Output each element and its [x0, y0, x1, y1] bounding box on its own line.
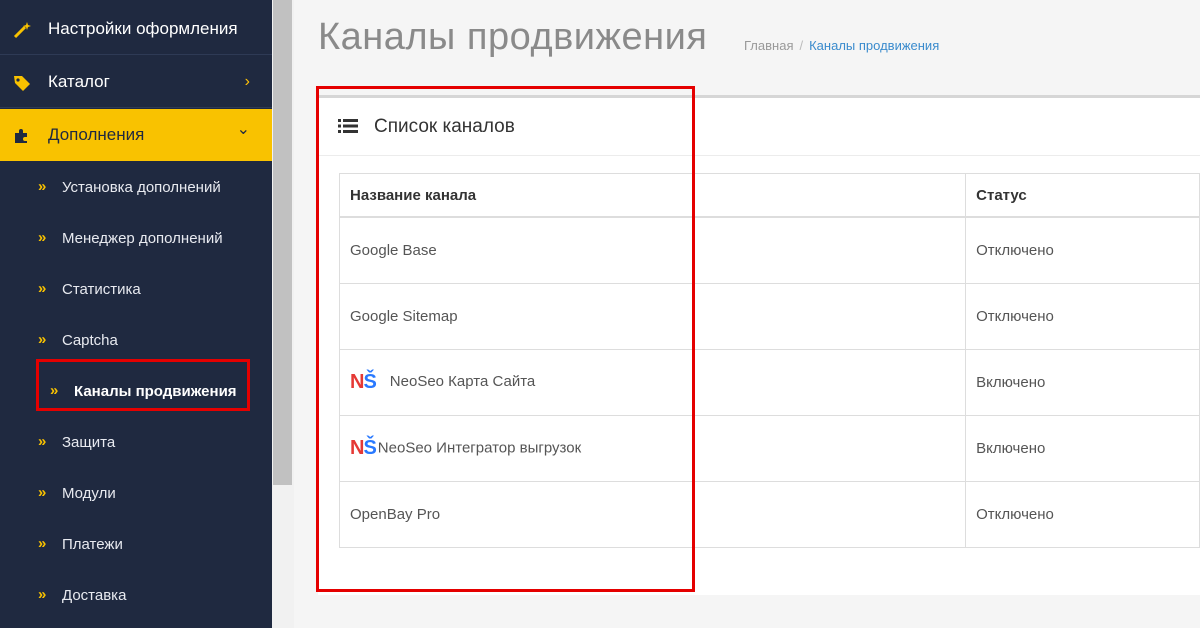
sidebar-subitem-label: Платежи [62, 536, 123, 553]
sidebar-subitem-manager[interactable]: » Менеджер дополнений [0, 214, 272, 265]
neoseo-logo-icon: NŠ [350, 437, 377, 460]
sidebar: Настройки оформления Каталог › Дополнени… [0, 0, 272, 628]
channel-status: Отключено [965, 481, 1200, 548]
sidebar-subitem-label: Установка дополнений [62, 179, 221, 196]
table-row[interactable]: NŠ NeoSeo Карта Сайта Включено [338, 349, 1200, 416]
sidebar-item-label: Дополнения [48, 125, 145, 144]
sidebar-subitem-install[interactable]: » Установка дополнений [0, 163, 272, 214]
sidebar-item-appearance[interactable]: Настройки оформления [0, 4, 272, 55]
channel-name-text: Google Sitemap [350, 308, 458, 325]
channel-status: Включено [965, 415, 1200, 482]
double-chevron-icon: » [38, 229, 46, 246]
channel-name: OpenBay Pro [338, 481, 967, 548]
column-header-status[interactable]: Статус [965, 173, 1200, 218]
sidebar-scrollbar-thumb[interactable] [273, 0, 292, 485]
channel-name: NŠ NeoSeo Интегратор выгрузок [338, 415, 967, 482]
list-icon [338, 119, 358, 133]
puzzle-icon [15, 129, 27, 143]
neoseo-logo-icon: NŠ [350, 371, 377, 394]
channel-name-text: NeoSeo Интегратор выгрузок [377, 439, 582, 457]
sidebar-subitem-label: Captcha [62, 332, 118, 349]
table-row[interactable]: Google Base Отключено [338, 216, 1200, 284]
sidebar-subitem-label: Каналы продвижения [74, 383, 237, 400]
channel-name-text: OpenBay Pro [350, 506, 441, 523]
sidebar-subitem-protection[interactable]: » Защита [0, 418, 272, 469]
table-row[interactable]: OpenBay Pro Отключено [338, 481, 1200, 548]
sidebar-subitem-statistics[interactable]: » Статистика [0, 265, 272, 316]
sidebar-subitem-label: Менеджер дополнений [62, 230, 223, 247]
channel-name-text: Google Base [350, 242, 437, 259]
sidebar-subitem-label: Доставка [62, 587, 127, 604]
double-chevron-icon: » [38, 331, 46, 348]
panel-header: Список каналов [318, 98, 1200, 156]
breadcrumb: Главная / Каналы продвижения [744, 38, 939, 53]
double-chevron-icon: » [50, 382, 58, 399]
sidebar-subitem-shipping[interactable]: » Доставка [0, 571, 272, 622]
sidebar-subitem-feeds[interactable]: » Каналы продвижения [0, 367, 272, 418]
channel-name: Google Base [338, 216, 967, 284]
logo-s: Š [363, 371, 376, 393]
breadcrumb-separator: / [799, 38, 804, 53]
channel-name: NŠ NeoSeo Карта Сайта [338, 349, 967, 416]
sidebar-subitem-modules[interactable]: » Модули [0, 469, 272, 520]
channel-name-text: NeoSeo Карта Сайта [389, 373, 536, 391]
chevron-down-icon: ⌄ [236, 121, 250, 138]
channel-table: Название канала Статус Google Base Отклю… [338, 173, 1200, 548]
breadcrumb-current-link[interactable]: Каналы продвижения [809, 38, 939, 53]
logo-s: Š [363, 437, 376, 459]
magic-wand-icon [13, 22, 31, 39]
double-chevron-icon: » [38, 178, 46, 195]
sidebar-subitem-captcha[interactable]: » Captcha [0, 316, 272, 367]
sidebar-subitem-label: Статистика [62, 281, 141, 298]
logo-n: N [350, 437, 364, 459]
double-chevron-icon: » [38, 484, 46, 501]
table-row[interactable]: NŠ NeoSeo Интегратор выгрузок Включено [338, 415, 1200, 482]
sidebar-item-catalog[interactable]: Каталог › [0, 57, 272, 108]
sidebar-item-label: Каталог [48, 72, 110, 91]
sidebar-subitem-label: Защита [62, 434, 116, 451]
panel-title: Список каналов [374, 116, 515, 137]
breadcrumb-home-link[interactable]: Главная [744, 38, 793, 53]
channel-name: Google Sitemap [338, 283, 967, 350]
sidebar-item-label: Настройки оформления [48, 19, 238, 38]
channel-status: Отключено [965, 216, 1200, 284]
double-chevron-icon: » [38, 433, 46, 450]
channel-status: Включено [965, 349, 1200, 416]
table-row[interactable]: Google Sitemap Отключено [338, 283, 1200, 350]
double-chevron-icon: » [38, 586, 46, 603]
chevron-right-icon: › [244, 73, 250, 90]
page-title: Каналы продвижения [318, 16, 708, 58]
sidebar-item-extensions[interactable]: Дополнения ⌄ [0, 109, 272, 161]
tags-icon [14, 76, 30, 91]
sidebar-subitem-payments[interactable]: » Платежи [0, 520, 272, 571]
channel-status: Отключено [965, 283, 1200, 350]
table-header-row: Название канала Статус [338, 173, 1200, 218]
double-chevron-icon: » [38, 535, 46, 552]
logo-n: N [350, 371, 364, 393]
column-header-name[interactable]: Название канала [338, 173, 967, 218]
double-chevron-icon: » [38, 280, 46, 297]
sidebar-subitem-label: Модули [62, 485, 116, 502]
